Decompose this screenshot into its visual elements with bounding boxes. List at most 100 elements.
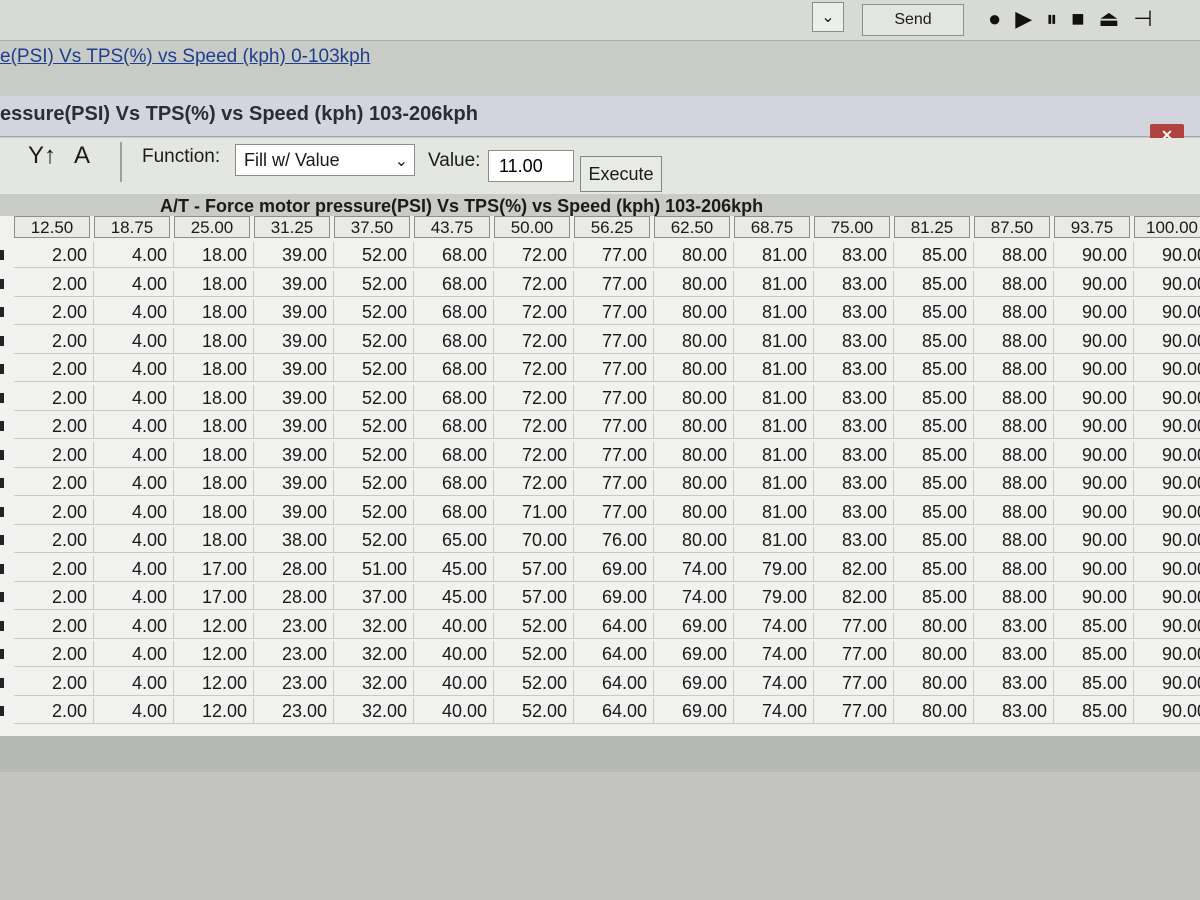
chevron-down-icon[interactable]: ⌄ bbox=[395, 151, 408, 171]
table-cell[interactable]: 79.00 bbox=[734, 555, 814, 582]
table-cell[interactable]: 72.00 bbox=[494, 270, 574, 297]
table-cell[interactable]: 52.00 bbox=[334, 527, 414, 553]
column-header[interactable]: 37.50 bbox=[334, 216, 410, 238]
table-cell[interactable]: 69.00 bbox=[574, 584, 654, 610]
table-cell[interactable]: 88.00 bbox=[974, 242, 1054, 268]
table-cell[interactable]: 85.00 bbox=[894, 527, 974, 553]
table-cell[interactable]: 81.00 bbox=[734, 299, 814, 325]
column-header[interactable]: 43.75 bbox=[414, 216, 490, 238]
table-cell[interactable]: 90.00 bbox=[1134, 670, 1200, 696]
table-cell[interactable]: 4.00 bbox=[94, 242, 174, 268]
column-header[interactable]: 81.25 bbox=[894, 216, 970, 238]
table-cell[interactable]: 45.00 bbox=[414, 584, 494, 610]
table-cell[interactable]: 68.00 bbox=[414, 299, 494, 325]
table-cell[interactable]: 68.00 bbox=[414, 470, 494, 496]
table-cell[interactable]: 68.00 bbox=[414, 327, 494, 354]
table-cell[interactable]: 28.00 bbox=[254, 584, 334, 610]
table-cell[interactable]: 80.00 bbox=[654, 498, 734, 525]
table-cell[interactable]: 4.00 bbox=[94, 470, 174, 496]
table-cell[interactable]: 80.00 bbox=[654, 441, 734, 468]
table-cell[interactable]: 88.00 bbox=[974, 498, 1054, 525]
table-cell[interactable]: 88.00 bbox=[974, 270, 1054, 297]
table-cell[interactable]: 2.00 bbox=[14, 669, 94, 696]
table-cell[interactable]: 85.00 bbox=[894, 327, 974, 354]
table-cell[interactable]: 64.00 bbox=[574, 698, 654, 724]
table-cell[interactable]: 4.00 bbox=[94, 498, 174, 525]
table-cell[interactable]: 2.00 bbox=[14, 356, 94, 382]
table-cell[interactable]: 69.00 bbox=[654, 698, 734, 724]
table-cell[interactable]: 68.00 bbox=[414, 498, 494, 525]
table-cell[interactable]: 52.00 bbox=[334, 327, 414, 354]
table-cell[interactable]: 18.00 bbox=[174, 327, 254, 354]
table-cell[interactable]: 85.00 bbox=[894, 242, 974, 268]
table-cell[interactable]: 4.00 bbox=[94, 413, 174, 439]
table-cell[interactable]: 88.00 bbox=[974, 527, 1054, 553]
table-cell[interactable]: 85.00 bbox=[894, 356, 974, 382]
table-cell[interactable]: 74.00 bbox=[734, 669, 814, 696]
table-cell[interactable]: 77.00 bbox=[814, 698, 894, 724]
column-header[interactable]: 93.75 bbox=[1054, 216, 1130, 238]
table-cell[interactable]: 18.00 bbox=[174, 384, 254, 411]
table-cell[interactable]: 32.00 bbox=[334, 641, 414, 667]
table-cell[interactable]: 83.00 bbox=[814, 356, 894, 382]
column-header[interactable]: 12.50 bbox=[14, 216, 90, 238]
table-cell[interactable]: 77.00 bbox=[574, 299, 654, 325]
table-cell[interactable]: 85.00 bbox=[894, 441, 974, 468]
row-marker[interactable] bbox=[0, 307, 4, 317]
table-cell[interactable]: 74.00 bbox=[734, 641, 814, 667]
table-cell[interactable]: 18.00 bbox=[174, 270, 254, 297]
table-cell[interactable]: 4.00 bbox=[94, 299, 174, 325]
row-marker[interactable] bbox=[0, 563, 4, 574]
table-cell[interactable]: 88.00 bbox=[974, 441, 1054, 468]
row-marker[interactable] bbox=[0, 364, 4, 374]
table-cell[interactable]: 69.00 bbox=[654, 641, 734, 667]
table-cell[interactable]: 88.00 bbox=[974, 299, 1054, 325]
table-cell[interactable]: 18.00 bbox=[174, 441, 254, 468]
eject-icon[interactable]: ⏏ bbox=[1099, 6, 1120, 32]
table-cell[interactable]: 2.00 bbox=[14, 299, 94, 325]
stop-icon[interactable]: ■ bbox=[1071, 6, 1084, 32]
table-cell[interactable]: 4.00 bbox=[94, 327, 174, 354]
play-icon[interactable]: ▶ bbox=[1015, 6, 1032, 32]
table-cell[interactable]: 72.00 bbox=[494, 413, 574, 439]
row-marker[interactable] bbox=[0, 392, 4, 403]
table-cell[interactable]: 80.00 bbox=[894, 669, 974, 696]
table-cell[interactable]: 72.00 bbox=[494, 470, 574, 496]
table-cell[interactable]: 64.00 bbox=[574, 641, 654, 667]
table-cell[interactable]: 2.00 bbox=[14, 641, 94, 667]
table-cell[interactable]: 39.00 bbox=[254, 413, 334, 439]
table-cell[interactable]: 77.00 bbox=[574, 470, 654, 496]
table-cell[interactable]: 77.00 bbox=[814, 641, 894, 667]
table-cell[interactable]: 83.00 bbox=[974, 698, 1054, 724]
row-marker[interactable] bbox=[0, 535, 4, 545]
table-cell[interactable]: 77.00 bbox=[574, 327, 654, 354]
table-cell[interactable]: 40.00 bbox=[414, 612, 494, 639]
table-cell[interactable]: 74.00 bbox=[654, 555, 734, 582]
table-cell[interactable]: 52.00 bbox=[334, 384, 414, 411]
table-cell[interactable]: 52.00 bbox=[494, 612, 574, 639]
table-cell[interactable]: 80.00 bbox=[654, 470, 734, 496]
table-cell[interactable]: 2.00 bbox=[14, 327, 94, 354]
table-cell[interactable]: 90.00 bbox=[1134, 527, 1200, 553]
end-icon[interactable]: ⊣ bbox=[1133, 6, 1152, 32]
table-cell[interactable]: 90.00 bbox=[1134, 242, 1200, 268]
table-cell[interactable]: 85.00 bbox=[894, 384, 974, 411]
table-cell[interactable]: 85.00 bbox=[894, 584, 974, 610]
table-cell[interactable]: 52.00 bbox=[494, 669, 574, 696]
row-marker[interactable] bbox=[0, 449, 4, 460]
table-cell[interactable]: 2.00 bbox=[14, 470, 94, 496]
table-cell[interactable]: 90.00 bbox=[1054, 470, 1134, 496]
table-cell[interactable]: 77.00 bbox=[574, 356, 654, 382]
table-cell[interactable]: 90.00 bbox=[1134, 328, 1200, 354]
table-cell[interactable]: 80.00 bbox=[654, 327, 734, 354]
table-cell[interactable]: 18.00 bbox=[174, 242, 254, 268]
table-cell[interactable]: 39.00 bbox=[254, 498, 334, 525]
table-cell[interactable]: 81.00 bbox=[734, 327, 814, 354]
table-cell[interactable]: 52.00 bbox=[334, 470, 414, 496]
table-cell[interactable]: 90.00 bbox=[1054, 270, 1134, 297]
table-cell[interactable]: 90.00 bbox=[1054, 441, 1134, 468]
column-header[interactable]: 18.75 bbox=[94, 216, 170, 238]
table-cell[interactable]: 40.00 bbox=[414, 669, 494, 696]
table-cell[interactable]: 52.00 bbox=[334, 413, 414, 439]
table-cell[interactable]: 4.00 bbox=[94, 441, 174, 468]
